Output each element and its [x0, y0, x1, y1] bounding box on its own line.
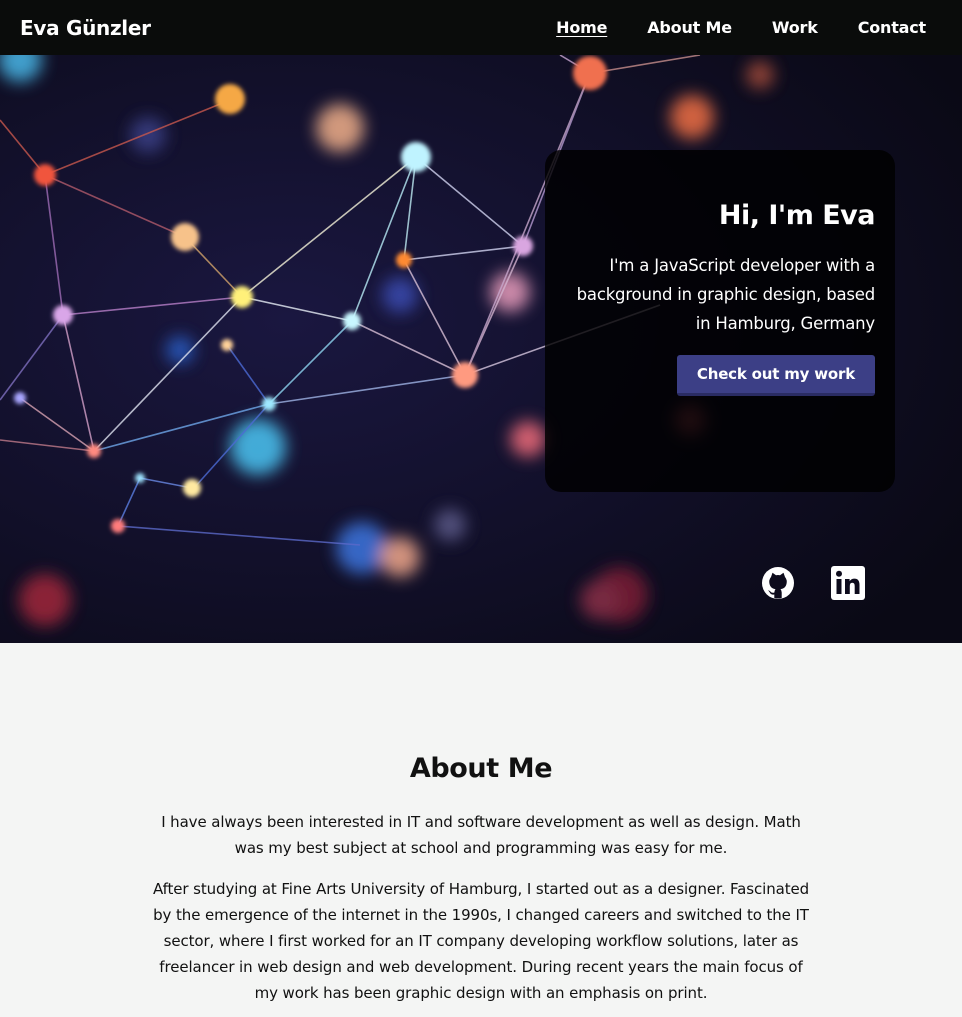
- about-section: About Me I have always been interested i…: [0, 643, 962, 1017]
- hero-title: Hi, I'm Eva: [718, 200, 876, 231]
- site-brand[interactable]: Eva Günzler: [20, 16, 151, 40]
- hero-intro-text: I'm a JavaScript developer with a backgr…: [576, 256, 876, 333]
- intro-card: Hi, I'm Eva I'm a JavaScript developer w…: [545, 150, 895, 492]
- hero-section: Hi, I'm Eva I'm a JavaScript developer w…: [0, 55, 962, 643]
- linkedin-icon[interactable]: [830, 565, 866, 601]
- nav-link-work[interactable]: Work: [772, 18, 818, 37]
- github-icon[interactable]: [760, 565, 796, 601]
- nav-link-about[interactable]: About Me: [647, 18, 732, 37]
- nav-link-home[interactable]: Home: [556, 18, 607, 37]
- about-paragraph: I have always been interested in IT and …: [161, 813, 801, 857]
- main-menu: Home About Me Work Contact: [516, 18, 926, 37]
- nav-link-contact[interactable]: Contact: [858, 18, 927, 37]
- about-paragraph: After studying at Fine Arts University o…: [152, 880, 810, 1002]
- about-title: About Me: [409, 753, 553, 784]
- check-out-work-button[interactable]: Check out my work: [676, 355, 875, 396]
- top-navbar: Eva Günzler Home About Me Work Contact: [0, 0, 962, 55]
- social-links: [760, 565, 866, 601]
